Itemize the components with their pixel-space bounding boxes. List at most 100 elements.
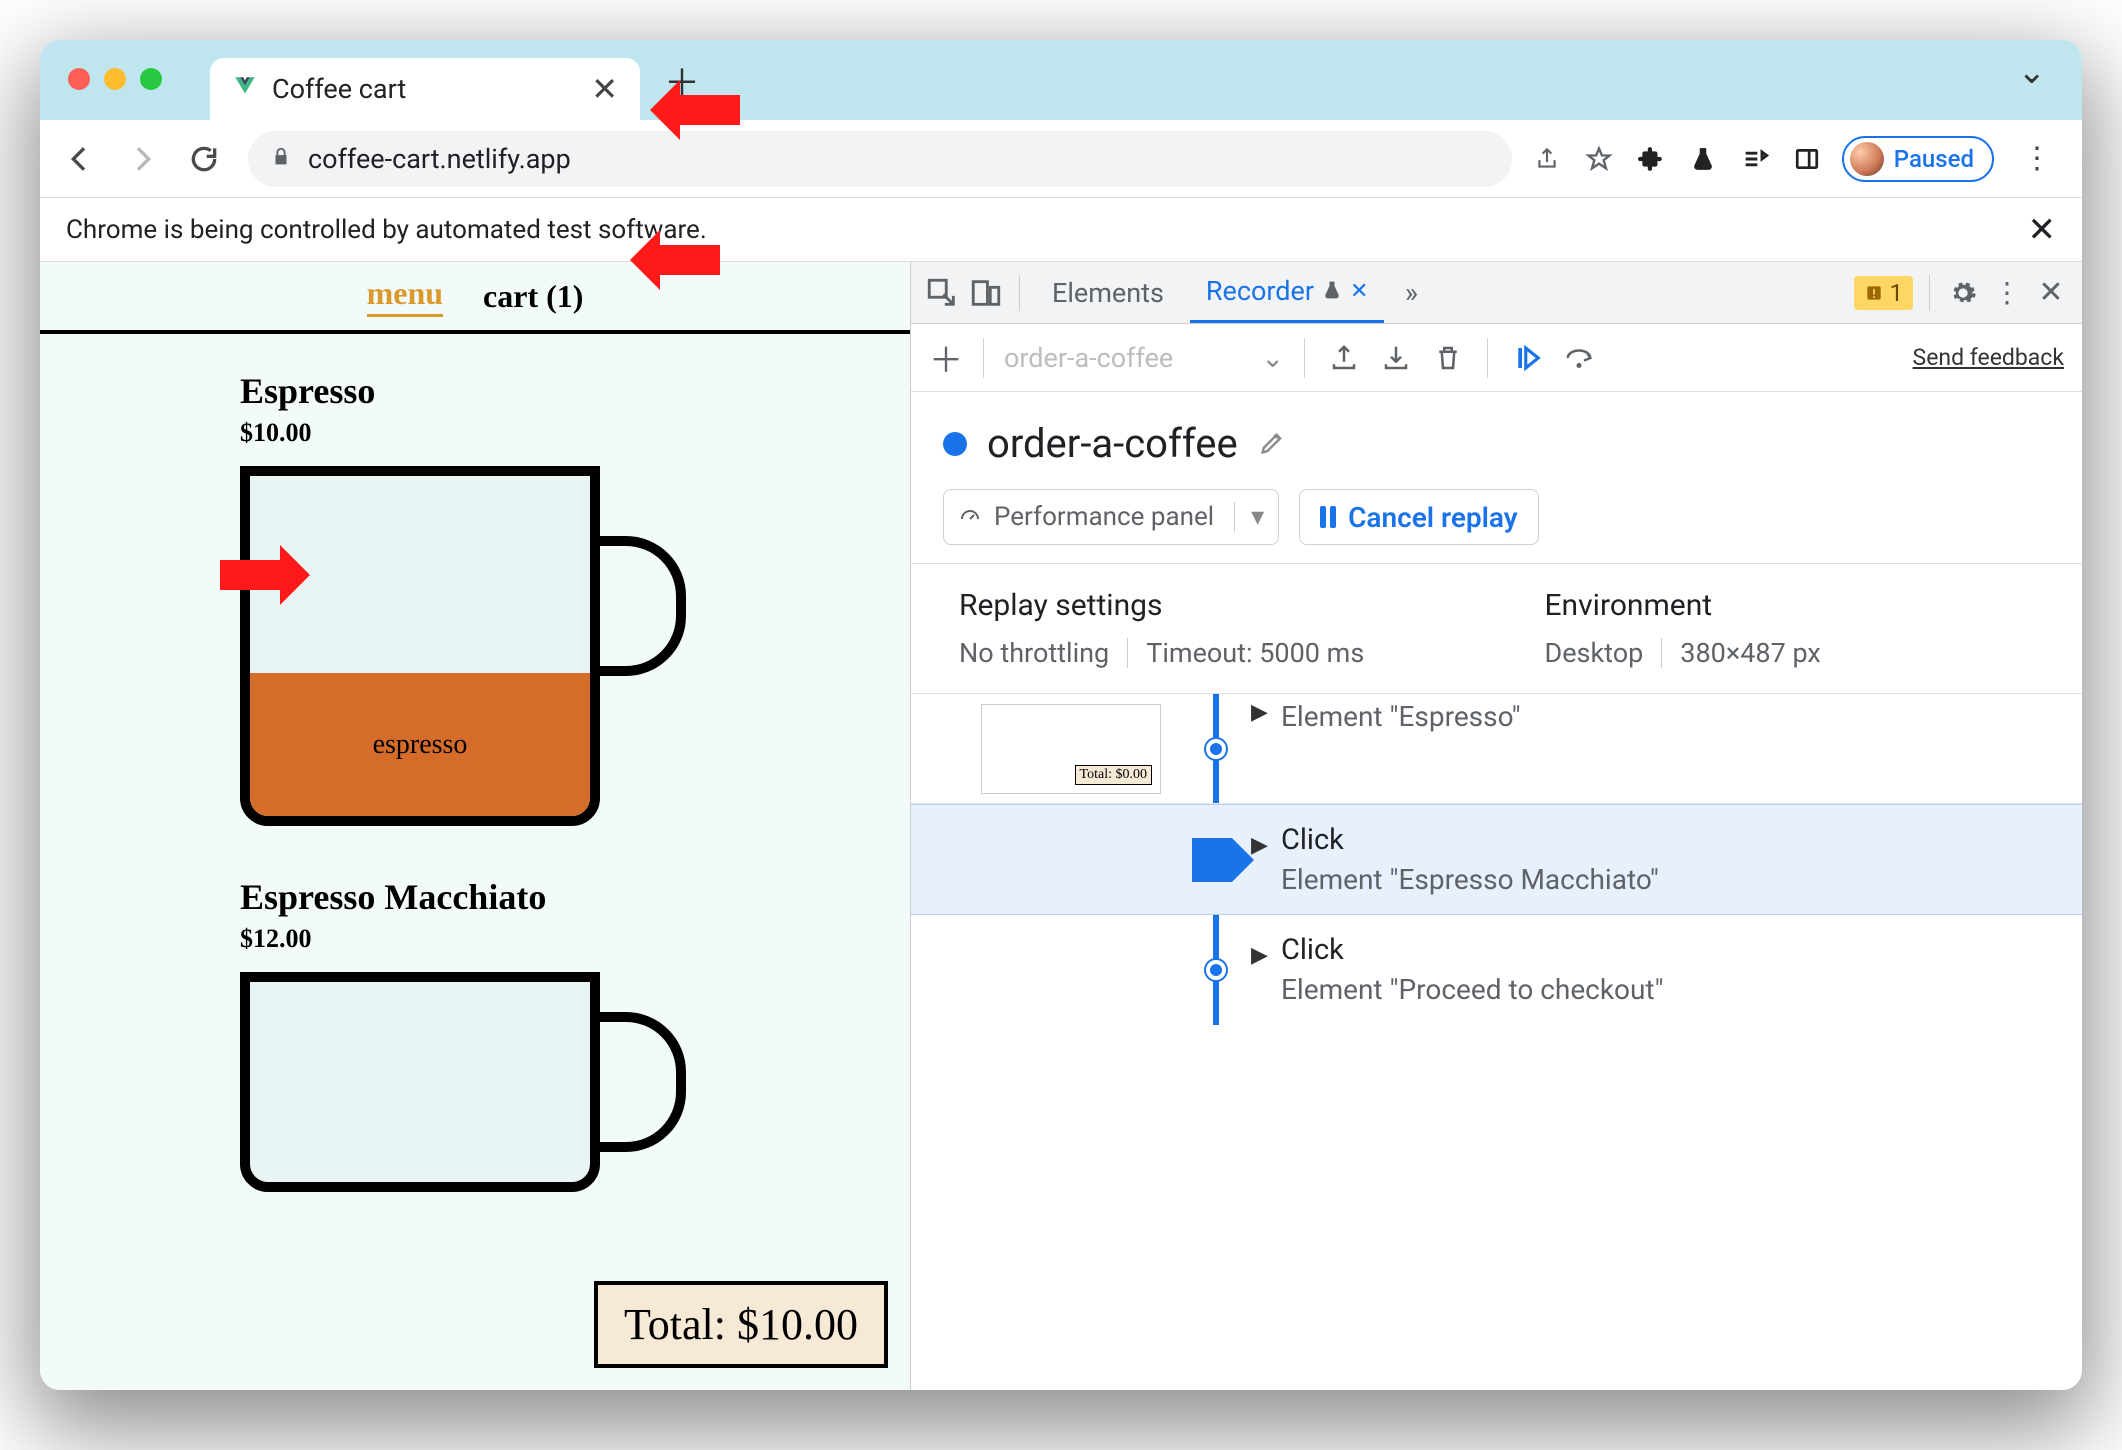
paused-label: Paused bbox=[1894, 145, 1974, 173]
tab-close-icon[interactable]: ✕ bbox=[1350, 279, 1368, 304]
tab-elements[interactable]: Elements bbox=[1036, 262, 1180, 323]
step-row[interactable]: ▶ Click Element "Proceed to checkout" bbox=[911, 915, 2082, 1025]
forward-button[interactable] bbox=[116, 133, 168, 185]
window-controls bbox=[68, 68, 162, 90]
throttling-value[interactable]: No throttling bbox=[959, 637, 1109, 669]
zoom-window-button[interactable] bbox=[140, 68, 162, 90]
recording-title: order-a-coffee bbox=[987, 420, 1238, 467]
address-bar[interactable]: coffee-cart.netlify.app bbox=[248, 131, 1512, 187]
flask-icon bbox=[1322, 275, 1342, 307]
product-name: Espresso bbox=[240, 370, 910, 412]
titlebar: Coffee cart ✕ ＋ ⌄ bbox=[40, 40, 2082, 120]
performance-panel-button[interactable]: Performance panel ▾ bbox=[943, 489, 1279, 545]
inspect-icon[interactable] bbox=[925, 276, 959, 310]
import-icon[interactable] bbox=[1377, 339, 1415, 377]
send-feedback-link[interactable]: Send feedback bbox=[1913, 344, 2064, 371]
new-tab-button[interactable]: ＋ bbox=[664, 54, 700, 106]
devtools-close-icon[interactable]: ✕ bbox=[2034, 276, 2068, 310]
close-window-button[interactable] bbox=[68, 68, 90, 90]
step-title: Click bbox=[1281, 823, 2082, 857]
bookmark-icon[interactable] bbox=[1582, 142, 1616, 176]
thumb-total: Total: $0.00 bbox=[1075, 765, 1152, 785]
product-cup-button[interactable]: espresso bbox=[240, 466, 640, 826]
product-espresso: Espresso $10.00 espresso bbox=[240, 370, 910, 826]
nav-menu-link[interactable]: menu bbox=[367, 275, 443, 317]
recording-header: order-a-coffee Performance panel ▾ Cance… bbox=[911, 392, 2082, 563]
toolbar-right: Paused ⋮ bbox=[1530, 136, 2068, 182]
product-cup-button[interactable] bbox=[240, 972, 640, 1332]
tab-recorder[interactable]: Recorder ✕ bbox=[1190, 262, 1385, 323]
recorder-steps: Total: $0.00 ▶ Click Element "Espresso" … bbox=[911, 694, 2082, 1025]
url-text: coffee-cart.netlify.app bbox=[308, 143, 571, 175]
delete-icon[interactable] bbox=[1429, 339, 1467, 377]
webpage-viewport: menu cart (1) Espresso $10.00 espresso E… bbox=[40, 262, 910, 1390]
new-recording-button[interactable]: ＋ bbox=[929, 333, 963, 382]
media-icon[interactable] bbox=[1738, 142, 1772, 176]
overflow-menu-icon[interactable]: ⋮ bbox=[2012, 141, 2062, 176]
pause-icon bbox=[1320, 506, 1336, 528]
share-icon[interactable] bbox=[1530, 142, 1564, 176]
browser-toolbar: coffee-cart.netlify.app Paused ⋮ bbox=[40, 120, 2082, 198]
step-title: Click bbox=[1281, 933, 2082, 967]
total-label: Total: $10.00 bbox=[624, 1300, 858, 1349]
back-button[interactable] bbox=[54, 133, 106, 185]
device-toggle-icon[interactable] bbox=[969, 276, 1003, 310]
tab-title: Coffee cart bbox=[272, 73, 406, 105]
step-row[interactable]: Total: $0.00 ▶ Click Element "Espresso" bbox=[911, 694, 2082, 804]
nav-cart-link[interactable]: cart (1) bbox=[483, 278, 583, 315]
timeout-value[interactable]: Timeout: 5000 ms bbox=[1146, 637, 1364, 669]
expand-icon[interactable]: ▶ bbox=[1251, 833, 1268, 858]
cancel-replay-button[interactable]: Cancel replay bbox=[1299, 489, 1539, 545]
product-price: $10.00 bbox=[240, 418, 910, 448]
devtools-more-icon[interactable]: ⋮ bbox=[1990, 276, 2024, 310]
minimize-window-button[interactable] bbox=[104, 68, 126, 90]
issues-badge[interactable]: 1 bbox=[1854, 276, 1914, 310]
sidepanel-icon[interactable] bbox=[1790, 142, 1824, 176]
automation-close-icon[interactable]: ✕ bbox=[2028, 210, 2057, 250]
devtools-panel: Elements Recorder ✕ » 1 ⋮ ✕ ＋ bbox=[910, 262, 2082, 1390]
product-name: Espresso Macchiato bbox=[240, 876, 910, 918]
profile-paused-chip[interactable]: Paused bbox=[1842, 136, 1994, 182]
step-thumbnail: Total: $0.00 bbox=[981, 704, 1161, 794]
cup-fill-label: espresso bbox=[373, 729, 468, 761]
recording-dropdown[interactable]: order-a-coffee ⌄ bbox=[1004, 336, 1284, 380]
replay-settings-header: Replay settings bbox=[959, 588, 1449, 623]
chevron-down-icon[interactable]: ▾ bbox=[1234, 502, 1264, 532]
recording-dot-icon bbox=[943, 432, 967, 456]
viewport-value: 380×487 px bbox=[1680, 637, 1821, 669]
step-subtitle: Element "Espresso" bbox=[1281, 700, 2082, 733]
browser-tab[interactable]: Coffee cart ✕ bbox=[210, 58, 640, 120]
chevron-down-icon: ⌄ bbox=[1261, 342, 1284, 374]
replay-button[interactable] bbox=[1508, 339, 1546, 377]
step-row[interactable]: ▶ Click Element "Espresso Macchiato" bbox=[911, 804, 2082, 915]
environment-header: Environment bbox=[1545, 588, 2035, 623]
settings-gear-icon[interactable] bbox=[1946, 276, 1980, 310]
lock-icon bbox=[270, 146, 292, 172]
page-nav: menu cart (1) bbox=[40, 262, 910, 334]
step-over-icon[interactable] bbox=[1560, 339, 1598, 377]
content-split: menu cart (1) Espresso $10.00 espresso E… bbox=[40, 262, 2082, 1390]
total-button[interactable]: Total: $10.00 bbox=[594, 1281, 888, 1368]
close-tab-icon[interactable]: ✕ bbox=[591, 70, 618, 108]
avatar bbox=[1850, 142, 1884, 176]
expand-icon[interactable]: ▶ bbox=[1251, 943, 1268, 968]
expand-icon[interactable]: ▶ bbox=[1251, 700, 1268, 725]
step-subtitle: Element "Proceed to checkout" bbox=[1281, 973, 2082, 1006]
recorder-toolbar: ＋ order-a-coffee ⌄ Send feedback bbox=[911, 324, 2082, 392]
product-macchiato: Espresso Macchiato $12.00 bbox=[240, 876, 910, 1332]
tabs-overflow-icon[interactable]: ⌄ bbox=[2018, 52, 2047, 92]
tabs-more-icon[interactable]: » bbox=[1394, 276, 1428, 310]
automation-message: Chrome is being controlled by automated … bbox=[66, 215, 707, 245]
issues-count: 1 bbox=[1890, 279, 1904, 307]
labs-icon[interactable] bbox=[1686, 142, 1720, 176]
extensions-icon[interactable] bbox=[1634, 142, 1668, 176]
device-value: Desktop bbox=[1545, 637, 1644, 669]
recorder-settings: Replay settings No throttling Timeout: 5… bbox=[911, 563, 2082, 694]
export-icon[interactable] bbox=[1325, 339, 1363, 377]
edit-title-icon[interactable] bbox=[1258, 420, 1286, 467]
reload-button[interactable] bbox=[178, 133, 230, 185]
vue-favicon-icon bbox=[232, 74, 258, 104]
products-list: Espresso $10.00 espresso Espresso Macchi… bbox=[40, 334, 910, 1382]
step-subtitle: Element "Espresso Macchiato" bbox=[1281, 863, 2082, 896]
product-price: $12.00 bbox=[240, 924, 910, 954]
